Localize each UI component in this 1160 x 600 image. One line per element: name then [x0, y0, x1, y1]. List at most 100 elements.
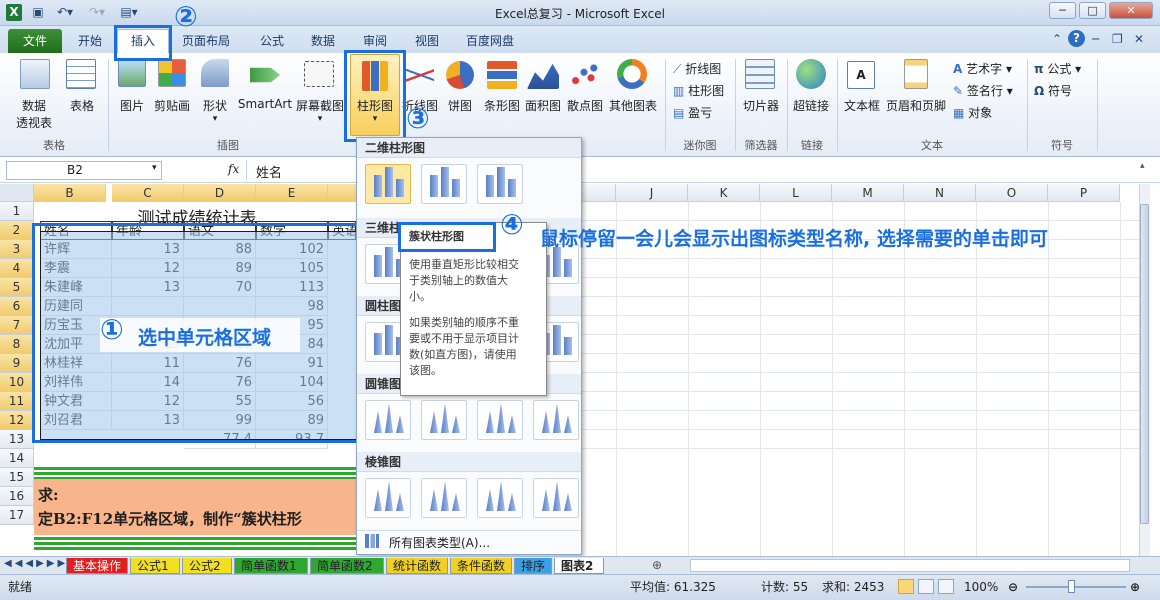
doc-close-icon[interactable]: ✕ — [1134, 32, 1144, 46]
bar-chart-button[interactable]: 条形图 — [482, 97, 522, 114]
textbox-button[interactable]: 文本框 — [840, 97, 884, 114]
row-header-13[interactable]: 13 — [0, 430, 34, 449]
doc-restore-icon[interactable]: ❐ — [1112, 32, 1123, 46]
row-header-14[interactable]: 14 — [0, 449, 34, 468]
tab-baidu[interactable]: 百度网盘 — [466, 32, 514, 49]
fx-icon[interactable]: fx — [228, 162, 239, 176]
column-header-k[interactable]: K — [688, 184, 760, 202]
smartart-button[interactable]: SmartArt — [236, 97, 294, 111]
pie-chart-button[interactable]: 饼图 — [442, 97, 478, 114]
chart-type-option[interactable] — [365, 164, 411, 204]
zoom-level[interactable]: 100% — [964, 575, 998, 599]
area-chart-button[interactable]: 面积图 — [523, 97, 563, 114]
tab-review[interactable]: 审阅 — [363, 32, 387, 49]
chart-type-option[interactable] — [533, 400, 579, 440]
select-all-corner[interactable] — [0, 184, 34, 202]
chart-type-option[interactable] — [421, 478, 467, 518]
column-header-n[interactable]: N — [904, 184, 976, 202]
formula-input[interactable]: 姓名 — [256, 162, 282, 181]
zoom-slider-thumb[interactable] — [1068, 580, 1075, 593]
doc-minimize-icon[interactable]: ─ — [1092, 32, 1099, 46]
sheet-tab[interactable]: 图表2 — [554, 558, 604, 574]
sheet-tab[interactable]: 公式2 — [182, 558, 232, 574]
minimize-button[interactable]: ─ — [1049, 2, 1076, 19]
screenshot-button[interactable]: 屏幕截图 — [294, 97, 346, 114]
hyperlink-button[interactable]: 超链接 — [789, 97, 833, 114]
screenshot-dropdown-icon[interactable]: ▾ — [312, 114, 328, 124]
chart-type-option[interactable] — [477, 400, 523, 440]
all-chart-types-link[interactable]: 所有图表类型(A)... — [389, 534, 490, 551]
close-button[interactable]: ✕ — [1109, 2, 1153, 19]
sparkline-line-button[interactable]: ⟋ 折线图 — [673, 60, 731, 77]
sheet-nav-icons[interactable]: ◀◀◀▶▶▶ — [4, 558, 68, 569]
symbol-button[interactable]: Ω 符号 — [1034, 82, 1094, 99]
column-header-p[interactable]: P — [1048, 184, 1120, 202]
tab-data[interactable]: 数据 — [311, 32, 335, 49]
wordart-button[interactable]: A 艺术字 ▾ — [953, 60, 1023, 77]
namebox-dropdown-icon[interactable]: ▾ — [152, 163, 157, 173]
column-header-c[interactable]: C — [112, 184, 184, 202]
sheet-tab[interactable]: 公式1 — [130, 558, 180, 574]
tab-page-layout[interactable]: 页面布局 — [182, 32, 230, 49]
pivot-table-button-line2[interactable]: 透视表 — [8, 114, 60, 131]
sheet-tab[interactable]: 简单函数2 — [310, 558, 384, 574]
sheet-tab[interactable]: 统计函数 — [386, 558, 448, 574]
help-icon[interactable]: ? — [1068, 30, 1085, 47]
row-header-11[interactable]: 11 — [0, 392, 34, 411]
sparkline-column-button[interactable]: ▥ 柱形图 — [673, 82, 731, 99]
column-header-m[interactable]: M — [832, 184, 904, 202]
chart-type-option[interactable] — [365, 400, 411, 440]
slicer-button[interactable]: 切片器 — [739, 97, 783, 114]
expand-formula-icon[interactable]: ▴ — [1140, 161, 1145, 171]
chart-type-option[interactable] — [421, 400, 467, 440]
chart-type-option[interactable] — [477, 478, 523, 518]
collapse-ribbon-icon[interactable]: ⌃ — [1052, 32, 1062, 46]
horizontal-scrollbar[interactable] — [690, 559, 1130, 572]
row-header-3[interactable]: 3 — [0, 240, 34, 259]
row-header-12[interactable]: 12 — [0, 411, 34, 430]
sheet-tab[interactable]: 基本操作 — [66, 558, 128, 574]
tab-formulas[interactable]: 公式 — [260, 32, 284, 49]
column-header-b[interactable]: B — [34, 184, 106, 202]
name-box[interactable]: B2 — [6, 161, 162, 180]
clipart-button[interactable]: 剪贴画 — [152, 97, 192, 114]
row-header-9[interactable]: 9 — [0, 354, 34, 373]
maximize-button[interactable]: □ — [1079, 2, 1106, 19]
chart-type-option[interactable] — [477, 164, 523, 204]
zoom-slider[interactable] — [1026, 586, 1126, 588]
tab-home[interactable]: 开始 — [78, 32, 102, 49]
column-header-d[interactable]: D — [184, 184, 256, 202]
row-header-17[interactable]: 17 — [0, 506, 34, 525]
chart-type-option[interactable] — [533, 478, 579, 518]
column-header-e[interactable]: E — [256, 184, 328, 202]
column-header-j[interactable]: J — [616, 184, 688, 202]
object-button[interactable]: ▦ 对象 — [953, 104, 1023, 121]
row-header-4[interactable]: 4 — [0, 259, 34, 278]
column-header-l[interactable]: L — [760, 184, 832, 202]
tab-view[interactable]: 视图 — [415, 32, 439, 49]
page-layout-view-icon[interactable] — [918, 579, 934, 594]
sheet-tab[interactable]: 简单函数1 — [234, 558, 308, 574]
picture-button[interactable]: 图片 — [114, 97, 150, 114]
vertical-scroll-thumb[interactable] — [1140, 204, 1149, 524]
row-header-10[interactable]: 10 — [0, 373, 34, 392]
row-header-5[interactable]: 5 — [0, 278, 34, 297]
page-break-view-icon[interactable] — [938, 579, 954, 594]
zoom-out-icon[interactable]: ⊖ — [1008, 575, 1018, 599]
header-footer-button[interactable]: 页眉和页脚 — [884, 97, 948, 114]
equation-button[interactable]: π 公式 ▾ — [1034, 60, 1094, 77]
row-header-8[interactable]: 8 — [0, 335, 34, 354]
other-charts-button[interactable]: 其他图表 — [606, 97, 660, 114]
normal-view-icon[interactable] — [898, 579, 914, 594]
signature-line-button[interactable]: ✎ 签名行 ▾ — [953, 82, 1023, 99]
scatter-chart-button[interactable]: 散点图 — [565, 97, 605, 114]
new-sheet-icon[interactable]: ⊕ — [652, 558, 662, 572]
sheet-tab[interactable]: 条件函数 — [450, 558, 512, 574]
row-header-1[interactable]: 1 — [0, 202, 34, 221]
column-header-o[interactable]: O — [976, 184, 1048, 202]
row-header-16[interactable]: 16 — [0, 487, 34, 506]
row-header-7[interactable]: 7 — [0, 316, 34, 335]
row-header-15[interactable]: 15 — [0, 468, 34, 487]
zoom-in-icon[interactable]: ⊕ — [1130, 575, 1140, 599]
shapes-button[interactable]: 形状 — [197, 97, 233, 114]
